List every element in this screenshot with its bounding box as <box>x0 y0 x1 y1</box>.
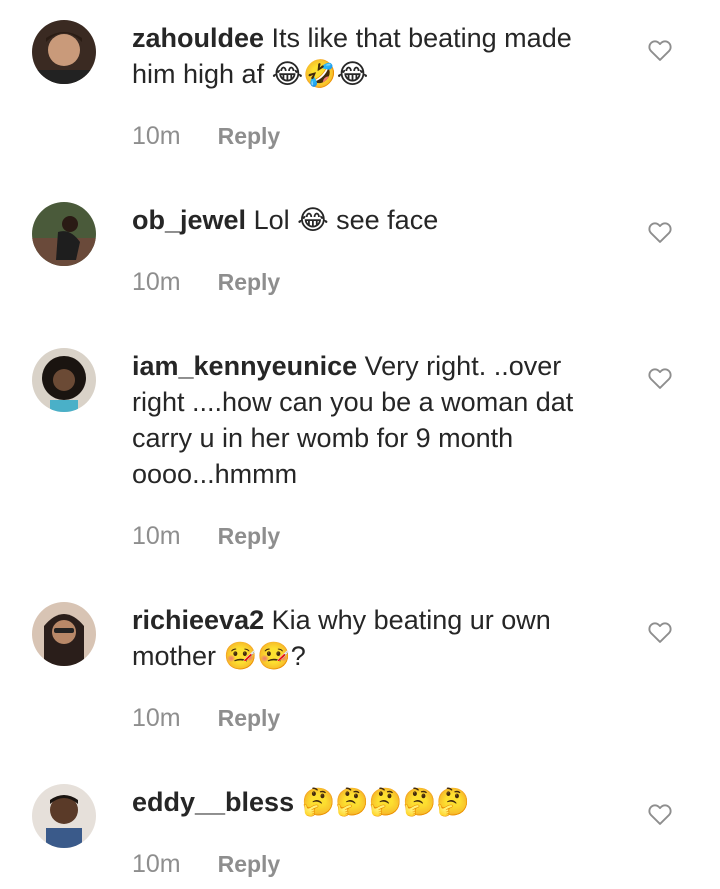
heart-outline-icon[interactable] <box>646 800 674 828</box>
comment-text: 🤔🤔🤔🤔🤔 <box>301 787 470 817</box>
comment-text: Lol 😂 see face <box>253 205 439 235</box>
comment-username[interactable]: iam_kennyeunice <box>132 351 357 381</box>
comment-meta: 10m Reply <box>132 846 280 882</box>
comment-username[interactable]: zahouldee <box>132 23 264 53</box>
reply-button[interactable]: Reply <box>218 700 281 736</box>
reply-button[interactable]: Reply <box>218 518 281 554</box>
heart-outline-icon[interactable] <box>646 218 674 246</box>
avatar[interactable] <box>32 20 96 84</box>
avatar[interactable] <box>32 784 96 848</box>
avatar[interactable] <box>32 348 96 412</box>
comment-meta: 10m Reply <box>132 518 280 554</box>
avatar[interactable] <box>32 602 96 666</box>
comment-time: 10m <box>132 122 181 150</box>
comment-body: richieeva2 Kia why beating ur own mother… <box>132 602 612 674</box>
comment-body: zahouldee Its like that beating made him… <box>132 20 612 92</box>
comment-body: ob_jewel Lol 😂 see face <box>132 202 612 238</box>
comment-meta: 10m Reply <box>132 118 280 154</box>
comment-body: eddy__bless 🤔🤔🤔🤔🤔 <box>132 784 612 820</box>
comment-username[interactable]: ob_jewel <box>132 205 246 235</box>
reply-button[interactable]: Reply <box>218 264 281 300</box>
comment-body: iam_kennyeunice Very right. ..over right… <box>132 348 612 492</box>
reply-button[interactable]: Reply <box>218 118 281 154</box>
comment-username[interactable]: richieeva2 <box>132 605 264 635</box>
comment-meta: 10m Reply <box>132 264 280 300</box>
comment-time: 10m <box>132 268 181 296</box>
avatar[interactable] <box>32 202 96 266</box>
heart-outline-icon[interactable] <box>646 36 674 64</box>
heart-outline-icon[interactable] <box>646 618 674 646</box>
comment-meta: 10m Reply <box>132 700 280 736</box>
comment-time: 10m <box>132 850 181 878</box>
comment-time: 10m <box>132 704 181 732</box>
comment-time: 10m <box>132 522 181 550</box>
reply-button[interactable]: Reply <box>218 846 281 882</box>
heart-outline-icon[interactable] <box>646 364 674 392</box>
comment-username[interactable]: eddy__bless <box>132 787 294 817</box>
